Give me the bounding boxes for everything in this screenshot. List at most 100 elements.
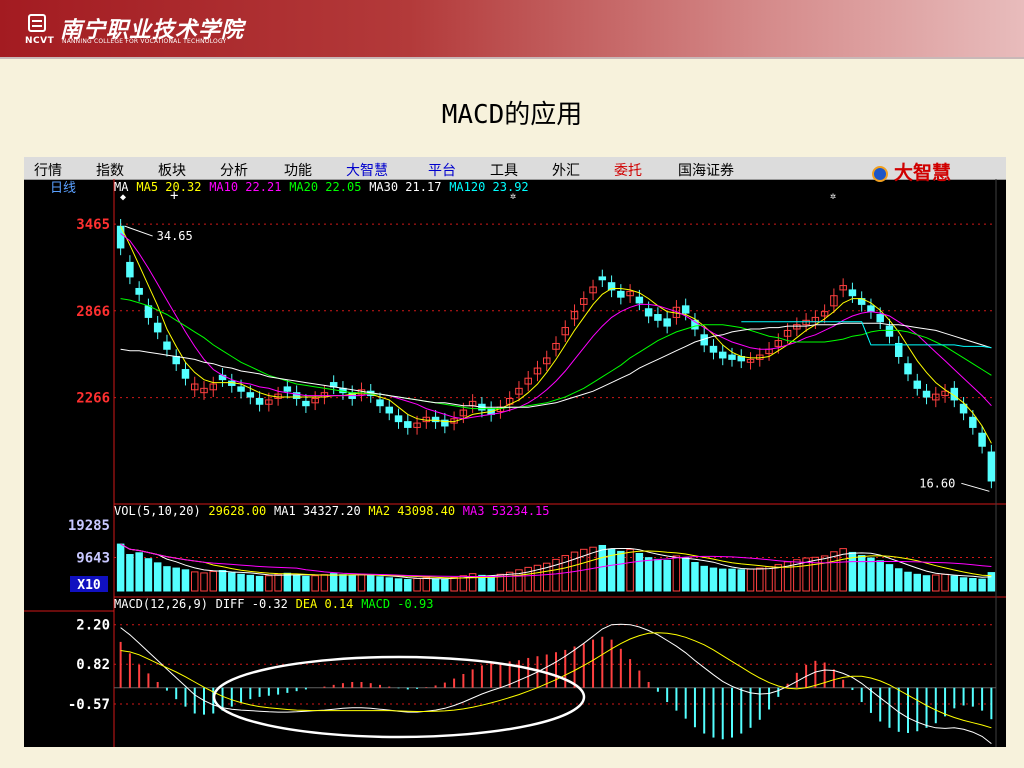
period-label: 日线 (50, 181, 76, 196)
candle-body (598, 276, 607, 281)
volume-bar (116, 543, 125, 592)
volume-bar (644, 557, 653, 592)
price-tick-label: 2866 (76, 304, 110, 320)
volume-legend-item: MA3 53234.15 (463, 504, 550, 518)
trading-software-screenshot: 行情 指数 板块 分析 功能 大智慧 平台 工具 外汇 委托 国海证券 大智慧 日线 3465 2866… (24, 157, 1006, 747)
volume-bar (209, 571, 218, 592)
volume-bar (246, 574, 255, 592)
candle-body (135, 287, 143, 295)
annotation-ellipse (212, 655, 586, 739)
low-label: 16.60 (919, 476, 955, 490)
volume-bar (765, 566, 773, 592)
volume-bar (857, 555, 866, 592)
menu-item-7[interactable]: 工具 (490, 160, 518, 180)
volume-legend-item: MA2 43098.40 (368, 504, 455, 518)
candle-body (394, 415, 403, 423)
volume-bar (274, 573, 282, 592)
volume-bar (830, 551, 838, 592)
menu-item-3[interactable]: 分析 (220, 160, 248, 180)
volume-bar (756, 567, 764, 592)
volume-bar (181, 569, 190, 592)
candle-body (116, 225, 125, 249)
volume-bar (524, 566, 532, 592)
volume-bar (385, 577, 394, 592)
volume-bar (978, 578, 986, 592)
volume-bar (746, 568, 755, 592)
volume-bar (654, 558, 662, 592)
candle-body (255, 397, 264, 405)
volume-bar (681, 557, 690, 592)
volume-legend-item: MA1 34327.20 (274, 504, 361, 518)
volume-bar (431, 578, 440, 592)
volume-bar (320, 574, 329, 592)
volume-bar (144, 558, 153, 592)
volume-bar (265, 575, 273, 592)
candle-body (654, 314, 662, 321)
candle-body (163, 341, 171, 350)
candle-body (904, 363, 912, 375)
volume-bar (441, 578, 449, 592)
candle-body (913, 380, 922, 389)
volume-tick-label: 9643 (76, 550, 110, 566)
candle-body (709, 345, 718, 353)
volume-bar (413, 577, 421, 592)
volume-bar (348, 575, 356, 592)
candle-body (635, 296, 644, 304)
volume-legend-item: 29628.00 (208, 504, 266, 518)
price-tick-label: 3465 (76, 217, 110, 233)
price-legend-item: MA10 22.21 (209, 180, 281, 194)
candle-body (172, 356, 180, 365)
menu-item-4[interactable]: 功能 (284, 160, 312, 180)
volume-bar (941, 573, 949, 592)
volume-bar (885, 564, 894, 592)
menu-item-9[interactable]: 委托 (614, 160, 642, 180)
menu-item-5[interactable]: 大智慧 (346, 160, 388, 180)
volume-bar (626, 548, 634, 592)
menu-item-10[interactable]: 国海证券 (678, 160, 734, 180)
college-abbr: NCVT (25, 36, 55, 46)
volume-bar (737, 569, 746, 592)
volume-bar (283, 572, 292, 592)
volume-bar (663, 559, 671, 592)
volume-bar (302, 575, 310, 592)
candle-body (978, 432, 986, 447)
candle-body (283, 386, 292, 392)
candle-body (728, 354, 736, 360)
menu-item-2[interactable]: 板块 (158, 160, 186, 180)
volume-bar (617, 550, 625, 592)
volume-bar (691, 562, 699, 592)
volume-bar (200, 572, 208, 592)
price-tick-label: 2266 (76, 391, 110, 407)
candle-body (376, 399, 384, 407)
volume-bar (190, 571, 199, 592)
volume-bar (126, 554, 134, 592)
high-label: 34.65 (157, 229, 193, 243)
volume-bar (163, 566, 171, 592)
cross-marker-icon: + (170, 188, 178, 204)
high-pointer (124, 225, 153, 237)
volume-bar (218, 570, 227, 592)
menu-item-1[interactable]: 指数 (96, 160, 124, 180)
volume-bar (718, 568, 727, 592)
header-divider (0, 57, 1024, 59)
slide-title: MACD的应用 (441, 100, 583, 130)
volume-bar (635, 552, 644, 592)
candle-body (144, 305, 153, 318)
volume-tick-label: 19285 (68, 518, 110, 534)
menu-item-8[interactable]: 外汇 (552, 160, 580, 180)
low-pointer (961, 482, 990, 492)
volume-bar (728, 568, 736, 592)
volume-bar (255, 575, 264, 592)
volume-bar (932, 574, 940, 592)
volume-bar (820, 555, 829, 592)
menu-item-6[interactable]: 平台 (428, 160, 456, 180)
star-marker-icon: ✲ (510, 191, 516, 202)
candle-body (969, 416, 977, 428)
candle-body (848, 289, 857, 297)
candle-body (385, 406, 394, 414)
menu-item-0[interactable]: 行情 (34, 160, 62, 180)
volume-legend-item: VOL(5,10,20) (114, 504, 201, 518)
volume-bar (228, 572, 236, 592)
macd-tick-label: -0.57 (68, 697, 110, 713)
candle-body (867, 305, 875, 313)
